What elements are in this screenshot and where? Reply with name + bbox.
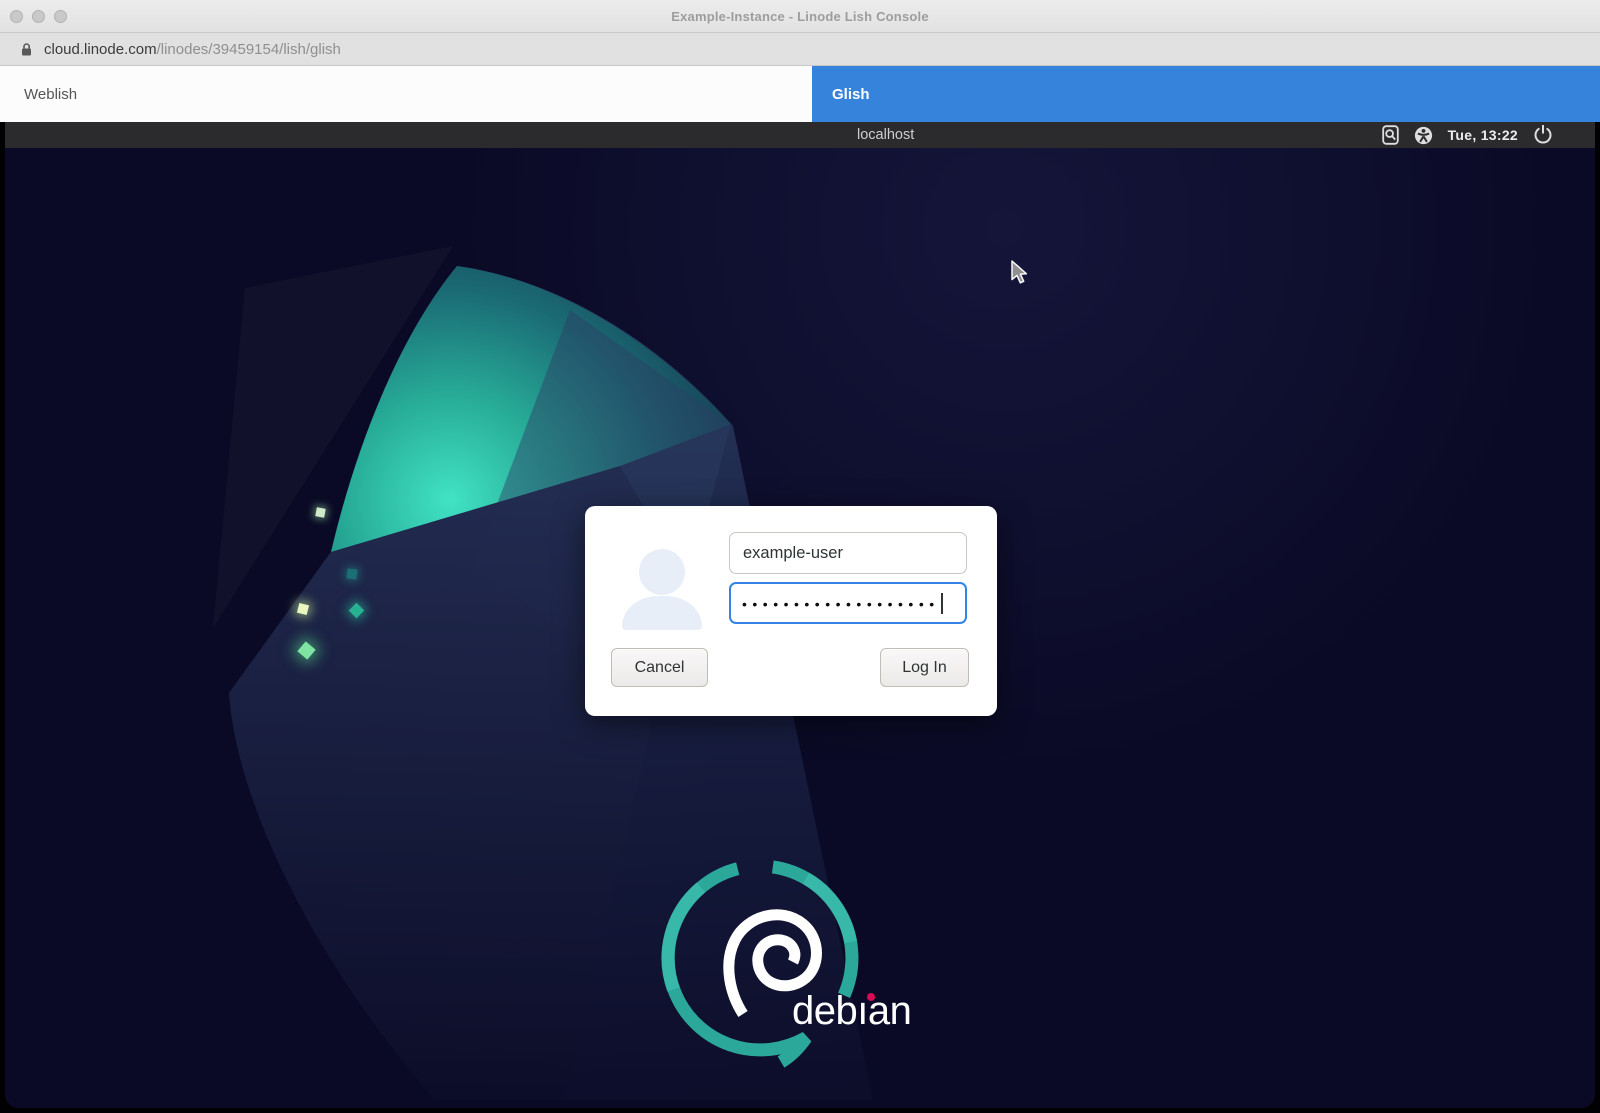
login-button[interactable]: Log In [880, 648, 969, 687]
gnome-topbar: localhost Tue, 13:22 [5, 122, 1595, 148]
cancel-button[interactable]: Cancel [611, 648, 708, 687]
password-input[interactable]: ••••••••••••••••••• [729, 582, 967, 624]
accessibility-icon[interactable] [1414, 126, 1433, 145]
tab-weblish-label: Weblish [24, 86, 77, 103]
url-text: cloud.linode.com/linodes/39459154/lish/g… [44, 41, 341, 58]
text-caret [941, 593, 943, 614]
login-button-label: Log In [902, 659, 946, 677]
window-title: Example-Instance - Linode Lish Console [0, 9, 1600, 24]
debian-logo [595, 836, 975, 1086]
topbar-clock[interactable]: Tue, 13:22 [1448, 127, 1518, 143]
debian-i-dot [867, 993, 875, 1001]
mouse-cursor [1010, 260, 1034, 286]
tab-glish-label: Glish [832, 86, 870, 103]
remote-screen: localhost Tue, 13:22 [5, 122, 1595, 1108]
hostname-label: localhost [857, 122, 914, 148]
screen-magnifier-icon[interactable] [1382, 125, 1399, 145]
debian-wordmark-part: deb [792, 989, 857, 1033]
user-avatar-icon [639, 549, 685, 595]
window-titlebar: Example-Instance - Linode Lish Console [0, 0, 1600, 33]
topbar-status-area: Tue, 13:22 [1382, 122, 1553, 148]
glow-square [315, 507, 325, 517]
tab-glish[interactable]: Glish [812, 66, 1600, 122]
lock-icon [20, 42, 33, 57]
power-icon[interactable] [1533, 125, 1553, 145]
debian-wordmark: debıan [792, 991, 911, 1031]
address-bar[interactable]: cloud.linode.com/linodes/39459154/lish/g… [0, 33, 1600, 66]
lish-tab-bar: Weblish Glish [0, 66, 1600, 122]
user-avatar-icon [622, 596, 702, 630]
password-masked-text: ••••••••••••••••••• [742, 597, 940, 611]
url-domain: cloud.linode.com [44, 41, 157, 58]
tab-weblish[interactable]: Weblish [0, 66, 812, 122]
login-dialog: ••••••••••••••••••• Cancel Log In [585, 506, 997, 716]
username-input[interactable] [729, 532, 967, 574]
glow-square [346, 568, 357, 579]
url-path: /linodes/39459154/lish/glish [157, 41, 341, 58]
cancel-button-label: Cancel [635, 659, 685, 677]
glish-console-viewport: localhost Tue, 13:22 [0, 122, 1600, 1113]
